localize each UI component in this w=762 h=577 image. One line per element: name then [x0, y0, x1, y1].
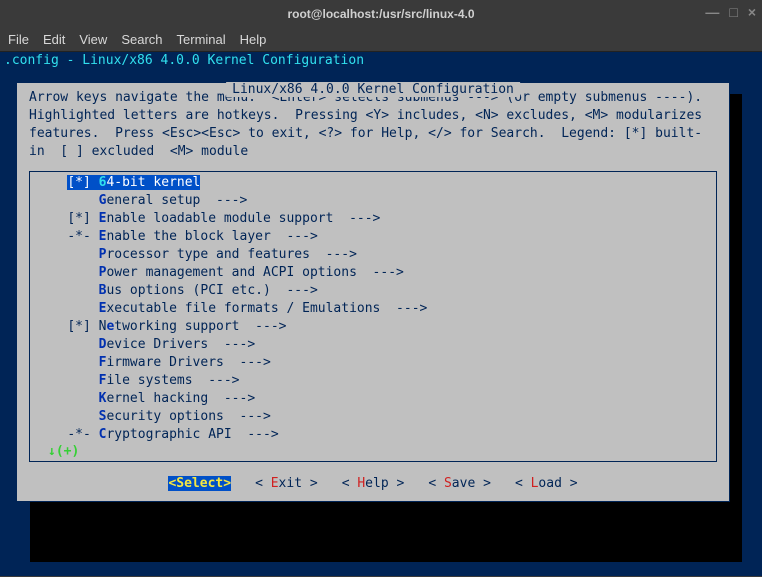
save-button[interactable]: < Save > [428, 476, 491, 491]
window-controls: — □ × [705, 4, 756, 20]
maximize-icon[interactable]: □ [729, 4, 737, 20]
menu-item-fs[interactable]: File systems ---> [30, 372, 716, 390]
load-button[interactable]: < Load > [515, 476, 578, 491]
menu-item-processor[interactable]: Processor type and features ---> [30, 246, 716, 264]
menu-item-exec[interactable]: Executable file formats / Emulations ---… [30, 300, 716, 318]
menu-search[interactable]: Search [121, 32, 162, 47]
menu-item-64bit[interactable]: [*] 64-bit kernel [30, 174, 716, 192]
close-icon[interactable]: × [748, 4, 756, 20]
scroll-more-icon: ↓(+) [30, 444, 716, 459]
menu-terminal[interactable]: Terminal [177, 32, 226, 47]
menu-item-crypto[interactable]: -*- Cryptographic API ---> [30, 426, 716, 444]
button-row: <Select> < Exit > < Help > < Save > < Lo… [29, 476, 717, 491]
help-button[interactable]: < Help > [342, 476, 405, 491]
menu-item-net[interactable]: [*] Networking support ---> [30, 318, 716, 336]
config-panel: Linux/x86 4.0.0 Kernel Configuration Arr… [16, 82, 730, 502]
instructions-text: Arrow keys navigate the menu. <Enter> se… [29, 89, 717, 161]
menu-help[interactable]: Help [240, 32, 267, 47]
config-topline: .config - Linux/x86 4.0.0 Kernel Configu… [0, 52, 762, 70]
menu-edit[interactable]: Edit [43, 32, 65, 47]
menu-file[interactable]: File [8, 32, 29, 47]
menu-item-general[interactable]: General setup ---> [30, 192, 716, 210]
menu-item-power[interactable]: Power management and ACPI options ---> [30, 264, 716, 282]
window-title: root@localhost:/usr/src/linux-4.0 [287, 7, 474, 21]
app-menubar: File Edit View Search Terminal Help [0, 28, 762, 52]
menu-item-firmware[interactable]: Firmware Drivers ---> [30, 354, 716, 372]
minimize-icon[interactable]: — [705, 4, 719, 20]
select-button[interactable]: <Select> [168, 476, 231, 491]
menu-view[interactable]: View [79, 32, 107, 47]
menu-item-device[interactable]: Device Drivers ---> [30, 336, 716, 354]
window-titlebar: root@localhost:/usr/src/linux-4.0 — □ × [0, 0, 762, 28]
exit-button[interactable]: < Exit > [255, 476, 318, 491]
menu-list[interactable]: [*] 64-bit kernel General setup ---> [*]… [29, 171, 717, 462]
panel-title: Linux/x86 4.0.0 Kernel Configuration [226, 82, 520, 97]
menu-item-kernel-hack[interactable]: Kernel hacking ---> [30, 390, 716, 408]
menu-item-security[interactable]: Security options ---> [30, 408, 716, 426]
menu-item-block[interactable]: -*- Enable the block layer ---> [30, 228, 716, 246]
terminal-area: .config - Linux/x86 4.0.0 Kernel Configu… [0, 52, 762, 576]
menu-item-bus[interactable]: Bus options (PCI etc.) ---> [30, 282, 716, 300]
menu-item-modules[interactable]: [*] Enable loadable module support ---> [30, 210, 716, 228]
